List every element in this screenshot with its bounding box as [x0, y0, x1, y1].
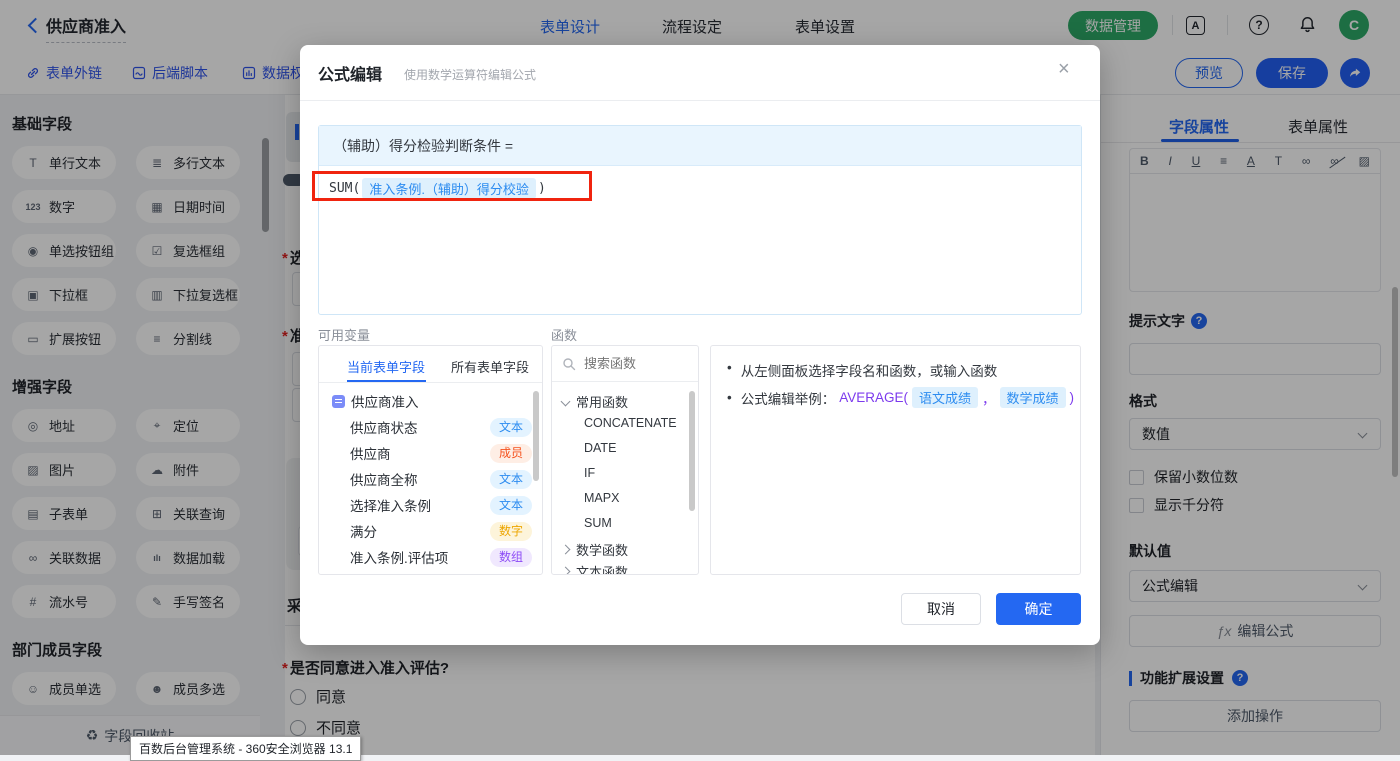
formula-box: （辅助）得分检验判断条件 = SUM( 准入条例.（辅助）得分校验 ) — [318, 125, 1082, 315]
tree-field-row[interactable]: 准入条例.评估项 数组 — [319, 545, 532, 569]
field-type-badge: 文本 — [490, 418, 532, 437]
modal-subtitle: 使用数学运算符编辑公式 — [404, 66, 536, 83]
browser-tooltip: 百数后台管理系统 - 360安全浏览器 13.1 — [130, 736, 361, 761]
function-item-concatenate[interactable]: CONCATENATE — [584, 416, 677, 430]
function-item-if[interactable]: IF — [584, 466, 595, 480]
function-group-text[interactable]: 文本函数 — [562, 562, 628, 575]
chevron-right-icon — [561, 567, 571, 575]
form-icon — [332, 395, 345, 408]
formula-function: SUM( — [329, 181, 360, 196]
chevron-down-icon — [561, 397, 571, 407]
function-group-label: 数学函数 — [576, 540, 628, 559]
functions-scrollbar[interactable] — [689, 391, 695, 511]
functions-panel: 常用函数 CONCATENATE DATE IF MAPX SUM 数学函数 文… — [551, 345, 699, 575]
confirm-button[interactable]: 确定 — [996, 593, 1081, 625]
tab-all-form-fields[interactable]: 所有表单字段 — [451, 357, 529, 376]
functions-label: 函数 — [551, 325, 577, 344]
tree-field-name: 供应商全称 — [350, 469, 490, 489]
help-example-function: AVERAGE( — [839, 390, 908, 405]
function-group-common[interactable]: 常用函数 — [562, 392, 628, 411]
variables-label: 可用变量 — [318, 325, 370, 344]
help-line-1: • 从左侧面板选择字段名和函数，或输入函数 — [727, 360, 997, 380]
function-group-label: 文本函数 — [576, 562, 628, 575]
tree-field-name: 供应商 — [350, 443, 490, 463]
tree-field-row[interactable]: 供应商 成员 — [319, 441, 532, 465]
tree-root-label: 供应商准入 — [351, 391, 419, 411]
tree-field-row[interactable]: 满分 数字 — [319, 519, 532, 543]
formula-expression: SUM( 准入条例.（辅助）得分校验 ) — [329, 178, 546, 199]
formula-target-bar: （辅助）得分检验判断条件 = — [319, 126, 1081, 166]
tree-field-name: 选择准入条例 — [350, 495, 490, 515]
help-example-token-1: 语文成绩 — [912, 387, 978, 408]
variables-panel: 当前表单字段 所有表单字段 供应商准入 供应商状态 文本 供应商 成员 供应商全… — [318, 345, 543, 575]
modal-header-divider — [300, 100, 1100, 101]
formula-target-label: （辅助）得分检验判断条件 = — [333, 136, 513, 156]
field-type-badge: 文本 — [490, 496, 532, 515]
close-icon[interactable]: × — [1058, 59, 1070, 79]
bullet: • — [727, 390, 732, 405]
modal-title: 公式编辑 — [318, 61, 382, 85]
formula-help-panel: • 从左侧面板选择字段名和函数，或输入函数 • 公式编辑举例： AVERAGE(… — [710, 345, 1081, 575]
tree-field-row[interactable]: 选择准入条例 文本 — [319, 493, 532, 517]
field-type-badge: 数组 — [490, 548, 532, 567]
function-item-mapx[interactable]: MAPX — [584, 491, 619, 505]
help-example-token-2: 数学成绩 — [1000, 387, 1066, 408]
cancel-button[interactable]: 取消 — [901, 593, 981, 625]
field-type-badge: 成员 — [490, 444, 532, 463]
field-type-badge: 文本 — [490, 470, 532, 489]
tree-field-row[interactable]: 供应商全称 文本 — [319, 467, 532, 491]
formula-editor-modal: 公式编辑 使用数学运算符编辑公式 × （辅助）得分检验判断条件 = SUM( 准… — [300, 45, 1100, 645]
tree-field-name: 准入条例.评估项 — [350, 547, 490, 567]
bullet: • — [727, 360, 732, 380]
function-group-math[interactable]: 数学函数 — [562, 540, 628, 559]
help-text: 从左侧面板选择字段名和函数，或输入函数 — [741, 360, 998, 380]
function-search-input[interactable] — [582, 355, 686, 372]
tree-field-row[interactable]: 供应商状态 文本 — [319, 415, 532, 439]
formula-input-area[interactable]: SUM( 准入条例.（辅助）得分校验 ) — [319, 166, 1081, 314]
tree-root-form[interactable]: 供应商准入 — [319, 389, 532, 413]
search-icon — [562, 357, 576, 371]
formula-field-token[interactable]: 准入条例.（辅助）得分校验 — [362, 178, 536, 199]
field-type-badge: 数字 — [490, 522, 532, 541]
help-example-prefix: 公式编辑举例： — [741, 388, 836, 408]
help-line-2: • 公式编辑举例： AVERAGE( 语文成绩 ， 数学成绩 ) — [727, 387, 1074, 408]
help-example-comma: ， — [982, 388, 996, 408]
variables-scrollbar[interactable] — [533, 391, 539, 481]
function-group-label: 常用函数 — [576, 392, 628, 411]
chevron-right-icon — [561, 545, 571, 555]
variables-tabs-divider — [319, 382, 542, 383]
tab-current-form-fields[interactable]: 当前表单字段 — [347, 357, 425, 376]
formula-close-paren: ) — [538, 181, 546, 196]
function-item-sum[interactable]: SUM — [584, 516, 612, 530]
tree-field-name: 供应商状态 — [350, 417, 490, 437]
function-item-date[interactable]: DATE — [584, 441, 616, 455]
help-example-close: ) — [1070, 390, 1075, 405]
tree-field-name: 满分 — [350, 521, 490, 541]
function-search — [552, 346, 698, 382]
